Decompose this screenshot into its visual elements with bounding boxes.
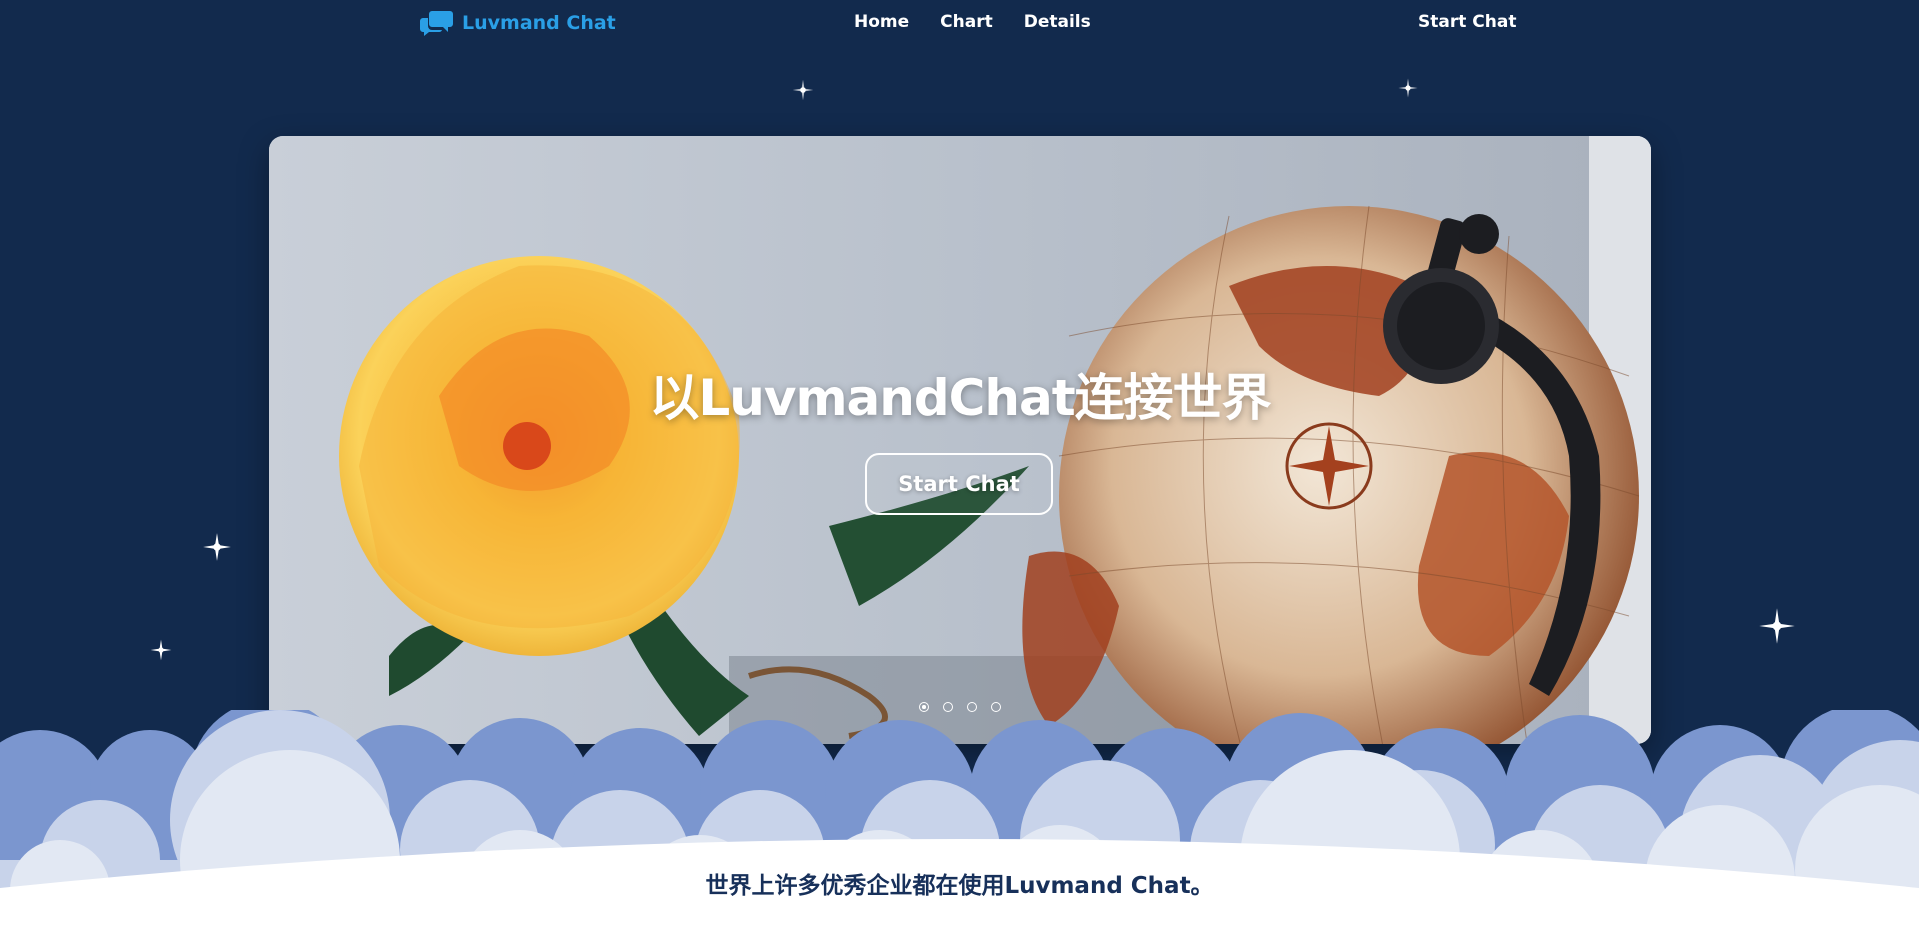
star-icon xyxy=(1395,75,1421,101)
cloud-divider xyxy=(0,710,1919,942)
brand-logo[interactable]: Luvmand Chat xyxy=(420,10,616,36)
star-icon xyxy=(201,531,233,563)
customers-tagline: 世界上许多优秀企业都在使用Luvmand Chat。 xyxy=(705,873,1214,899)
nav-links: Home Chart Details xyxy=(854,10,1091,34)
hero-title: 以LuvmandChat连接世界 xyxy=(649,369,1271,427)
star-icon xyxy=(789,76,817,104)
nav-details[interactable]: Details xyxy=(1024,10,1091,34)
hero-start-chat-button[interactable]: Start Chat xyxy=(865,453,1053,515)
chat-bubbles-icon xyxy=(420,11,453,36)
star-icon xyxy=(1758,607,1796,645)
hero-image-rose-and-globe xyxy=(269,136,1651,744)
brand-name: Luvmand Chat xyxy=(462,12,616,34)
star-icon xyxy=(148,637,174,663)
nav-home[interactable]: Home xyxy=(854,10,909,34)
hero-carousel: 以LuvmandChat连接世界 Start Chat xyxy=(269,136,1651,744)
nav-chart[interactable]: Chart xyxy=(940,10,993,34)
top-navbar: Luvmand Chat Home Chart Details Start Ch… xyxy=(0,0,1919,44)
header-start-chat-button[interactable]: Start Chat xyxy=(1418,10,1516,34)
